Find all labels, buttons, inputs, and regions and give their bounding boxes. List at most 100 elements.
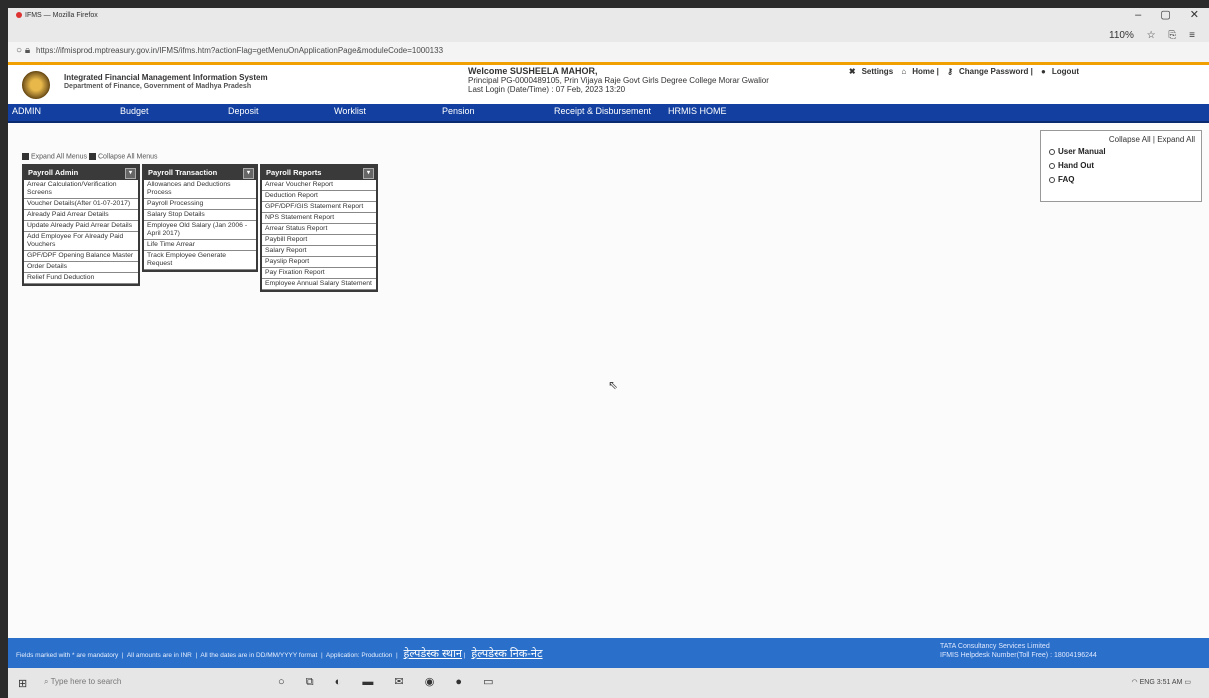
menu-link[interactable]: Voucher Details(After 01-07-2017): [24, 199, 138, 210]
expand-icon: [22, 153, 29, 160]
mouse-cursor-icon: ⇖: [608, 378, 619, 392]
language-indicator[interactable]: ENG: [1140, 679, 1155, 686]
menu-link[interactable]: Update Already Paid Arrear Details: [24, 221, 138, 232]
close-icon[interactable]: ✕: [1190, 8, 1199, 21]
address-bar[interactable]: ○ 🔒︎ https://ifmisprod.mptreasury.gov.in…: [8, 42, 1209, 63]
notification-icon[interactable]: ▭: [1184, 679, 1191, 686]
windows-start-icon[interactable]: ⊞: [18, 677, 27, 690]
menu-link[interactable]: Salary Stop Details: [144, 210, 256, 221]
collapse-all-link[interactable]: Collapse All: [1109, 135, 1151, 144]
help-panel: Collapse All | Expand All User Manual Ha…: [1040, 130, 1202, 202]
change-password-link[interactable]: Change Password |: [959, 67, 1033, 76]
menu-link[interactable]: Arrear Voucher Report: [262, 180, 376, 191]
payroll-admin-header[interactable]: Payroll Admin ▾: [24, 166, 138, 180]
menu-link[interactable]: Arrear Status Report: [262, 224, 376, 235]
expand-all-link[interactable]: Expand All: [1157, 135, 1195, 144]
payroll-reports-header[interactable]: Payroll Reports ▾: [262, 166, 376, 180]
settings-icon: ✖: [848, 67, 856, 76]
payroll-transaction-header[interactable]: Payroll Transaction ▾: [144, 166, 256, 180]
app-icon[interactable]: ▭: [483, 676, 493, 688]
browser-tab-bar: IFMS — Mozilla Firefox – ▢ ✕ 110% ☆ ⎘ ≡: [8, 8, 1209, 42]
menu-worklist[interactable]: Worklist: [334, 106, 366, 116]
menu-link[interactable]: Salary Report: [262, 246, 376, 257]
url-text[interactable]: https://ifmisprod.mptreasury.gov.in/IFMS…: [36, 46, 443, 55]
menu-link[interactable]: Life Time Arrear: [144, 240, 256, 251]
settings-link[interactable]: Settings: [862, 67, 894, 76]
file-explorer-icon[interactable]: ▬: [362, 676, 373, 688]
logout-link[interactable]: Logout: [1052, 67, 1079, 76]
firefox-taskbar-icon[interactable]: ●: [455, 676, 462, 688]
help-panel-controls: Collapse All | Expand All: [1108, 135, 1195, 144]
browser-tab[interactable]: IFMS — Mozilla Firefox: [16, 12, 98, 19]
menu-link[interactable]: Employee Old Salary (Jan 2006 - April 20…: [144, 221, 256, 240]
menu-deposit[interactable]: Deposit: [228, 106, 259, 116]
department-name: Department of Finance, Government of Mad…: [64, 83, 252, 90]
welcome-block: Welcome SUSHEELA MAHOR, Principal PG-000…: [468, 66, 769, 95]
menu-icon[interactable]: ≡: [1189, 30, 1195, 41]
helpdesk-nicnet-link[interactable]: हेल्पडेस्क निक-नेट: [471, 648, 542, 660]
expand-collapse-controls: Expand All Menus Collapse All Menus: [22, 153, 158, 160]
menu-link[interactable]: Employee Annual Salary Statement: [262, 279, 376, 290]
menu-hrmis-home[interactable]: HRMIS HOME: [668, 106, 727, 116]
faq-label: FAQ: [1058, 175, 1075, 184]
welcome-text: Welcome SUSHEELA MAHOR,: [468, 66, 598, 76]
collapse-toggle-icon[interactable]: ▾: [243, 168, 254, 179]
collapse-toggle-icon[interactable]: ▾: [125, 168, 136, 179]
task-view-icon[interactable]: ⧉: [306, 676, 314, 688]
menu-link[interactable]: Deduction Report: [262, 191, 376, 202]
hand-out-label: Hand Out: [1058, 161, 1094, 170]
menu-link[interactable]: Payroll Processing: [144, 199, 256, 210]
helpdesk-number: IFMIS Helpdesk Number(Toll Free) : 18004…: [940, 652, 1097, 659]
menu-link[interactable]: Allowances and Deductions Process: [144, 180, 256, 199]
window-controls: – ▢ ✕: [1119, 8, 1199, 21]
edge-icon[interactable]: ◐: [335, 676, 342, 688]
helpdesk-location-link[interactable]: हेल्पडेस्क स्थान: [404, 648, 463, 660]
network-icon[interactable]: ◠: [1132, 679, 1138, 686]
taskbar-search[interactable]: ⌕ Type here to search: [44, 674, 244, 690]
windows-taskbar: ⊞ ⌕ Type here to search ○ ⧉ ◐ ▬ ✉ ◉ ● ▭ …: [8, 668, 1209, 698]
mail-icon[interactable]: ✉: [394, 676, 403, 688]
collapse-toggle-icon[interactable]: ▾: [363, 168, 374, 179]
expand-all-menus-link[interactable]: Expand All Menus: [31, 153, 87, 160]
mp-emblem-logo: [22, 71, 50, 99]
taskbar-apps: ○ ⧉ ◐ ▬ ✉ ◉ ● ▭: [278, 675, 512, 689]
menu-budget[interactable]: Budget: [120, 106, 149, 116]
zoom-level[interactable]: 110%: [1109, 30, 1134, 41]
minimize-icon[interactable]: –: [1135, 9, 1141, 21]
faq-link[interactable]: FAQ: [1049, 175, 1074, 184]
chrome-icon[interactable]: ◉: [425, 676, 435, 688]
browser-toolbar-right: 110% ☆ ⎘ ≡: [1099, 30, 1195, 41]
user-manual-label: User Manual: [1058, 147, 1106, 156]
extensions-icon[interactable]: ⎘: [1168, 30, 1176, 41]
menu-receipt-disbursement[interactable]: Receipt & Disbursement: [554, 106, 651, 116]
menu-link[interactable]: Payslip Report: [262, 257, 376, 268]
menu-link[interactable]: Relief Fund Deduction: [24, 273, 138, 284]
menu-link[interactable]: Track Employee Generate Request: [144, 251, 256, 270]
cortana-icon[interactable]: ○: [278, 676, 285, 688]
hand-out-link[interactable]: Hand Out: [1049, 161, 1094, 170]
last-login: Last Login (Date/Time) : 07 Feb, 2023 13…: [468, 85, 626, 94]
home-link[interactable]: Home |: [912, 67, 939, 76]
menu-link[interactable]: Paybill Report: [262, 235, 376, 246]
menu-link[interactable]: Order Details: [24, 262, 138, 273]
menu-pension[interactable]: Pension: [442, 106, 475, 116]
system-tray: ◠ ENG 3:51 AM ▭: [1132, 678, 1191, 686]
collapse-icon: [89, 153, 96, 160]
menu-link[interactable]: GPF/DPF/GIS Statement Report: [262, 202, 376, 213]
tcs-name: TATA Consultancy Services Limited: [940, 643, 1050, 650]
menu-link[interactable]: Pay Fixation Report: [262, 268, 376, 279]
payroll-admin-menu: Payroll Admin ▾ Arrear Calculation/Verifi…: [22, 164, 140, 286]
menu-link[interactable]: Already Paid Arrear Details: [24, 210, 138, 221]
menu-admin[interactable]: ADMIN: [12, 106, 41, 116]
user-manual-link[interactable]: User Manual: [1049, 147, 1106, 156]
footer-credits: TATA Consultancy Services Limited IFMIS …: [940, 642, 1097, 660]
bookmark-star-icon[interactable]: ☆: [1147, 30, 1156, 41]
collapse-all-menus-link[interactable]: Collapse All Menus: [98, 153, 158, 160]
clock[interactable]: 3:51 AM: [1157, 679, 1183, 686]
menu-link[interactable]: Add Employee For Already Paid Vouchers: [24, 232, 138, 251]
menu-link[interactable]: GPF/DPF Opening Balance Master: [24, 251, 138, 262]
menu-link[interactable]: Arrear Calculation/Verification Screens: [24, 180, 138, 199]
restore-icon[interactable]: ▢: [1160, 8, 1170, 21]
bullet-icon: [1049, 148, 1055, 155]
menu-link[interactable]: NPS Statement Report: [262, 213, 376, 224]
